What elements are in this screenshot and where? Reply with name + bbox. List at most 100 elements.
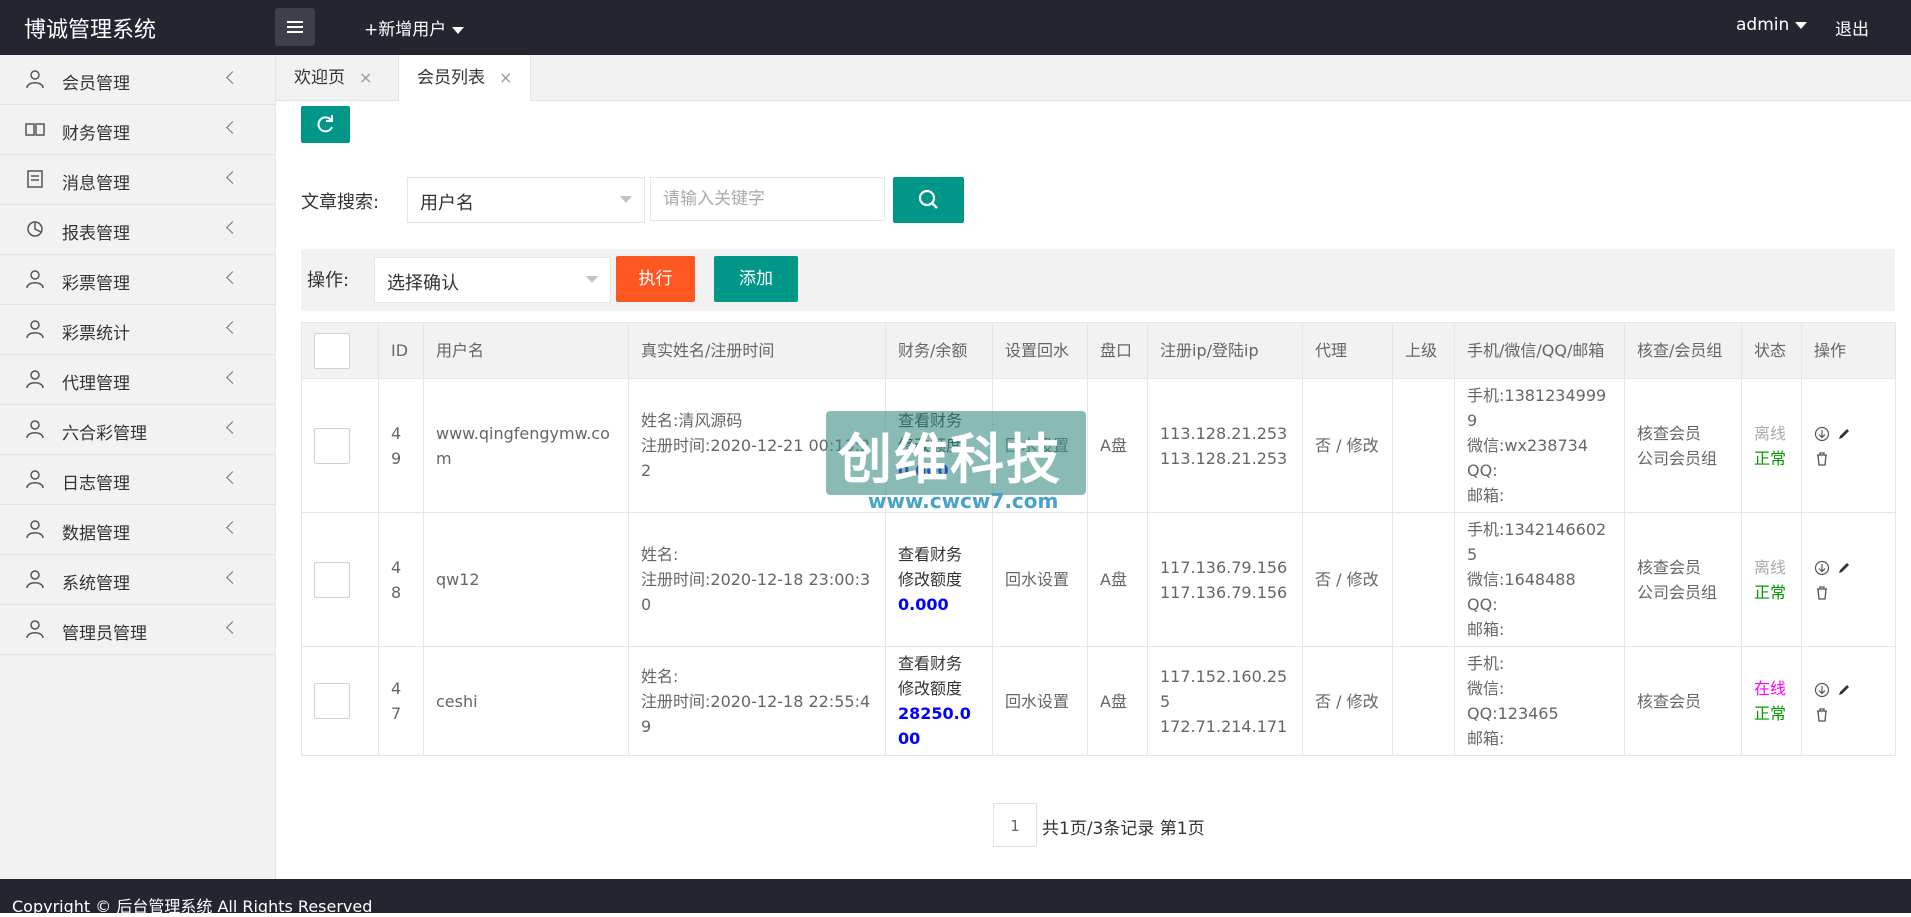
- rebate-setting-link[interactable]: 回水设置: [992, 512, 1088, 647]
- edit-icon[interactable]: [1836, 426, 1852, 442]
- add-user-label: +新增用户: [364, 20, 447, 40]
- agent-edit-link[interactable]: 否 / 修改: [1302, 512, 1393, 647]
- id-cell: 48: [378, 512, 424, 647]
- operation-select[interactable]: 选择确认: [374, 257, 611, 303]
- agent-edit-link[interactable]: 否 / 修改: [1302, 378, 1393, 513]
- chevron-down-icon: [586, 276, 598, 283]
- wechat: 微信:1648488: [1467, 570, 1576, 589]
- user-icon: [25, 569, 45, 589]
- search-label: 文章搜索:: [301, 192, 380, 213]
- sidebar-item[interactable]: 消息管理: [0, 155, 275, 205]
- column-header: ID: [378, 322, 424, 379]
- delete-icon[interactable]: [1814, 451, 1830, 467]
- row-checkbox[interactable]: [314, 683, 350, 719]
- sidebar-item[interactable]: 会员管理: [0, 55, 275, 105]
- select-cell: [301, 512, 379, 647]
- execute-button[interactable]: 执行: [616, 256, 695, 302]
- edit-icon[interactable]: [1836, 682, 1852, 698]
- caret-down-icon: [1795, 21, 1808, 29]
- edit-icon[interactable]: [1836, 560, 1852, 576]
- sidebar-item[interactable]: 数据管理: [0, 505, 275, 555]
- tab-member-list[interactable]: 会员列表 ×: [398, 55, 532, 101]
- sidebar-item[interactable]: 财务管理: [0, 105, 275, 155]
- refresh-icon: [317, 115, 333, 133]
- realname-cell: 姓名: 注册时间:2020-12-18 22:55:49: [628, 646, 886, 756]
- row-checkbox[interactable]: [314, 561, 350, 598]
- tab-close-icon[interactable]: ×: [499, 68, 512, 87]
- header-select-all: [301, 322, 379, 379]
- add-button[interactable]: 添加: [714, 256, 798, 302]
- balance-value: 0.000: [898, 595, 949, 614]
- sidebar-item[interactable]: 六合彩管理: [0, 405, 275, 455]
- check-cell: 核查会员 公司会员组: [1624, 512, 1742, 647]
- watermark-text: 创维科技: [838, 428, 1062, 491]
- report-icon: [25, 219, 45, 239]
- phone: 手机:13812349999: [1467, 386, 1607, 430]
- select-all-checkbox[interactable]: [314, 332, 350, 369]
- column-header: 代理: [1302, 322, 1393, 379]
- delete-icon[interactable]: [1814, 585, 1830, 601]
- view-finance-link[interactable]: 查看财务: [898, 651, 980, 676]
- admin-menu[interactable]: admin: [1736, 15, 1808, 35]
- search-button[interactable]: [893, 177, 964, 223]
- wechat: 微信:: [1467, 679, 1505, 698]
- check-member-link[interactable]: 核查会员: [1637, 421, 1729, 446]
- edit-credit-link[interactable]: 修改额度: [898, 676, 980, 701]
- column-header: 财务/余额: [885, 322, 993, 379]
- online-status: 离线: [1754, 423, 1787, 443]
- sidebar-item[interactable]: 代理管理: [0, 355, 275, 405]
- keyword-input[interactable]: [650, 177, 885, 221]
- sidebar-item[interactable]: 系统管理: [0, 555, 275, 605]
- superior-cell: [1392, 646, 1455, 756]
- rebate-setting-link[interactable]: 回水设置: [992, 646, 1088, 756]
- user-icon: [25, 269, 45, 289]
- check-member-link[interactable]: 核查会员: [1637, 689, 1729, 714]
- operation-label: 操作:: [307, 270, 350, 291]
- edit-credit-link[interactable]: 修改额度: [898, 567, 980, 592]
- check-cell: 核查会员: [1624, 646, 1742, 756]
- ip-cell: 113.128.21.253 113.128.21.253: [1147, 378, 1303, 513]
- sidebar-item-label: 日志管理: [62, 474, 130, 494]
- check-member-link[interactable]: 核查会员: [1637, 555, 1729, 580]
- realname: 姓名:: [641, 666, 679, 686]
- download-icon[interactable]: [1814, 426, 1830, 442]
- chevron-left-icon: [226, 121, 239, 134]
- add-user-menu[interactable]: +新增用户: [364, 15, 465, 40]
- wechat: 微信:wx238734: [1467, 436, 1589, 455]
- chevron-left-icon: [226, 271, 239, 284]
- view-finance-link[interactable]: 查看财务: [898, 542, 980, 567]
- contact-cell: 手机:13812349999 微信:wx238734 QQ: 邮箱:: [1454, 378, 1625, 513]
- tab-label: 会员列表: [417, 68, 485, 88]
- page-number-button[interactable]: 1: [993, 803, 1037, 847]
- download-icon[interactable]: [1814, 682, 1830, 698]
- refresh-button[interactable]: [301, 106, 350, 143]
- table-header-row: ID 用户名 真实姓名/注册时间 财务/余额 设置回水 盘口 注册ip/登陆ip…: [301, 322, 1896, 379]
- column-header: 上级: [1392, 322, 1455, 379]
- sidebar-item-label: 系统管理: [62, 574, 130, 594]
- ip-cell: 117.152.160.255 172.71.214.171: [1147, 646, 1303, 756]
- download-icon[interactable]: [1814, 560, 1830, 576]
- column-header: 操作: [1801, 322, 1896, 379]
- login-ip: 113.128.21.253: [1160, 448, 1288, 468]
- tab-close-icon[interactable]: ×: [359, 68, 372, 87]
- sidebar-item[interactable]: 管理员管理: [0, 605, 275, 655]
- user-icon: [25, 69, 45, 89]
- sidebar-item[interactable]: 彩票管理: [0, 255, 275, 305]
- delete-icon[interactable]: [1814, 707, 1830, 723]
- sidebar-item[interactable]: 报表管理: [0, 205, 275, 255]
- sidebar-item-label: 彩票统计: [62, 324, 130, 344]
- search-field-select[interactable]: 用户名: [407, 177, 645, 223]
- chevron-left-icon: [226, 71, 239, 84]
- contact-cell: 手机:13421466025 微信:1648488 QQ: 邮箱:: [1454, 512, 1625, 647]
- tab-welcome[interactable]: 欢迎页 ×: [276, 55, 390, 100]
- logout-link[interactable]: 退出: [1835, 15, 1869, 40]
- sidebar-item[interactable]: 彩票统计: [0, 305, 275, 355]
- menu-toggle-button[interactable]: [275, 8, 315, 46]
- watermark-url: www.cwcw7.com: [868, 489, 1059, 513]
- sidebar-item[interactable]: 日志管理: [0, 455, 275, 505]
- row-checkbox[interactable]: [314, 427, 350, 464]
- message-icon: [25, 169, 45, 189]
- pankou-cell: A盘: [1087, 512, 1148, 647]
- hamburger-icon-line: [287, 31, 303, 33]
- agent-edit-link[interactable]: 否 / 修改: [1302, 646, 1393, 756]
